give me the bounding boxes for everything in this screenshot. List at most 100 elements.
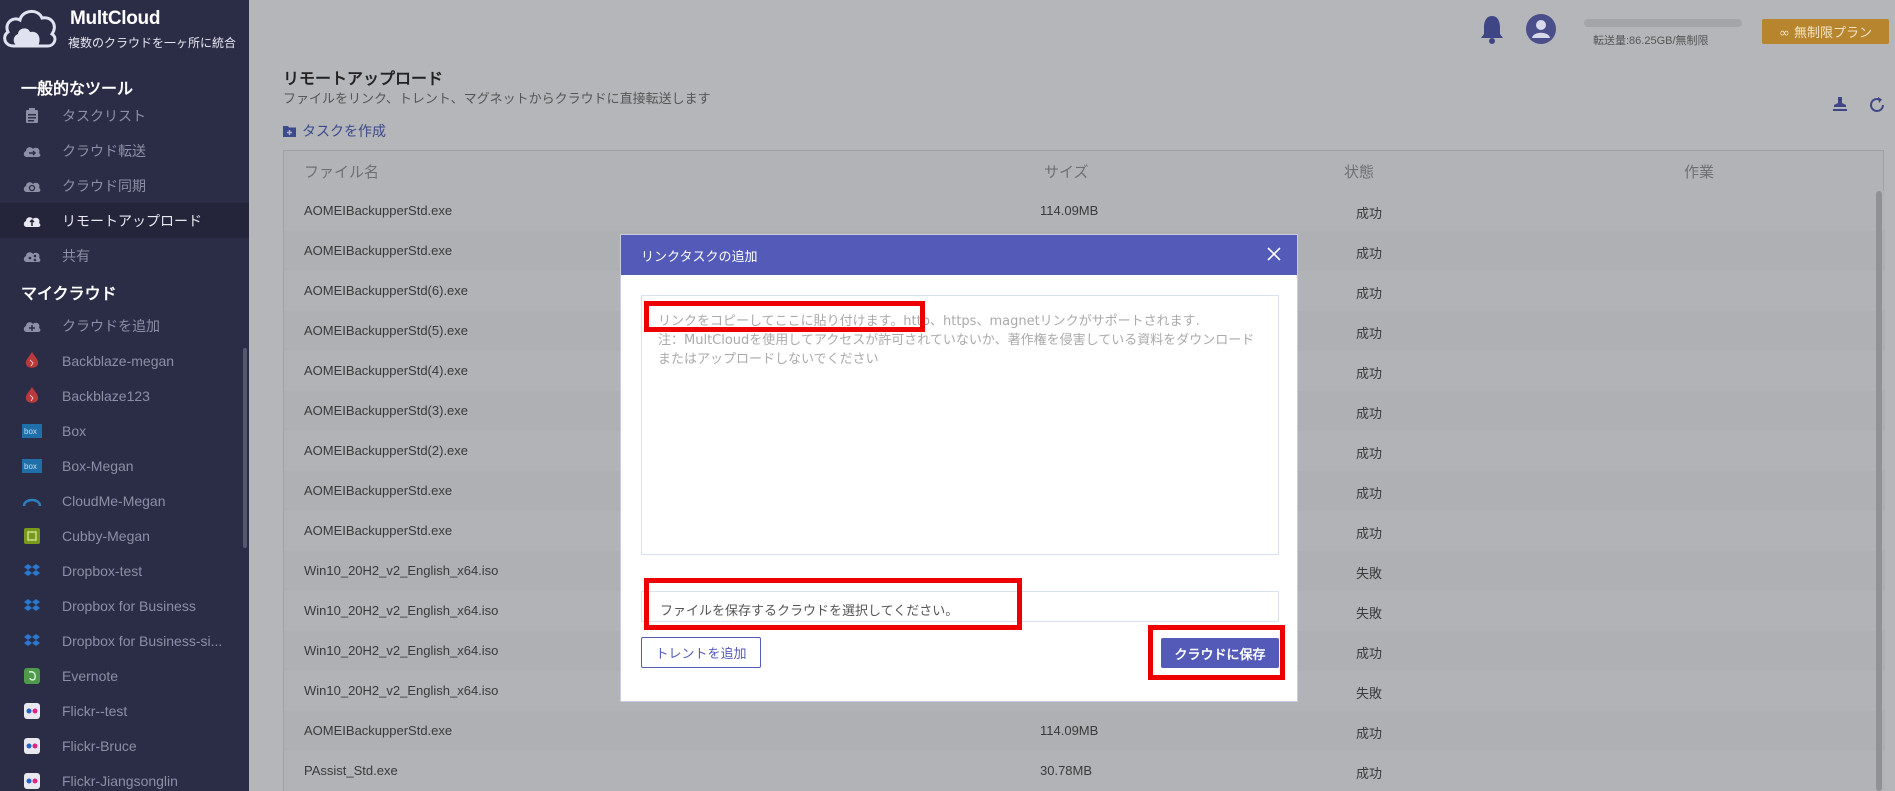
sidebar-item-cloudme-megan[interactable]: CloudMe-Megan <box>0 483 249 518</box>
sidebar-item-label: Evernote <box>62 667 119 684</box>
file-name-cell: AOMEIBackupperStd.exe <box>304 723 453 738</box>
column-header-action: 作業 <box>1684 162 1715 181</box>
sidebar-item-dropbox-business-si[interactable]: Dropbox for Business-si... <box>0 623 249 658</box>
bell-icon[interactable] <box>1479 14 1505 44</box>
status-cell: 成功 <box>1356 406 1383 421</box>
cloud-transfer-icon <box>22 141 42 161</box>
add-torrent-button[interactable]: トレントを追加 <box>641 637 761 668</box>
status-cell: 成功 <box>1356 446 1383 461</box>
logo[interactable]: MultCloud 複数のクラウドを一ヶ所に統合 <box>0 0 249 56</box>
avatar[interactable] <box>1526 14 1556 44</box>
column-header-status[interactable]: 状態 <box>1344 151 1374 191</box>
clean-icon[interactable] <box>1832 96 1848 112</box>
sidebar-scrollbar[interactable] <box>243 348 247 548</box>
sidebar-item-label: リモートアップロード <box>62 212 202 229</box>
status-cell: 失敗 <box>1356 686 1383 701</box>
sidebar-item-cloud-transfer[interactable]: クラウド転送 <box>0 133 249 168</box>
sidebar-item-cubby-megan[interactable]: Cubby-Megan <box>0 518 249 553</box>
column-header-filename[interactable]: ファイル名 <box>304 151 379 191</box>
sidebar-item-task-list[interactable]: タスクリスト <box>0 98 249 133</box>
sidebar-item-label: クラウド同期 <box>62 177 146 194</box>
file-size-cell: 114.09MB <box>1040 723 1099 738</box>
sidebar-item-remote-upload[interactable]: リモートアップロード <box>0 203 249 238</box>
sidebar-item-label: Backblaze123 <box>62 387 150 404</box>
brand-tagline: 複数のクラウドを一ヶ所に統合 <box>68 36 237 50</box>
link-input-area[interactable]: リンクをコピーしてここに貼り付けます。http、https、magnetリンクが… <box>641 295 1279 555</box>
select-cloud-field[interactable]: ファイルを保存するクラウドを選択してください。 <box>641 591 1279 622</box>
add-link-task-dialog: リンクタスクの追加 リンクをコピーしてここに貼り付けます。http、https、… <box>620 234 1298 702</box>
link-placeholder-line2: 注：MultCloudを使用してアクセスが許可されていないか、著作権を侵害してい… <box>658 333 1255 367</box>
table-row[interactable]: PAssist_Std.exe 30.78MB 成功 <box>284 751 1885 791</box>
dialog-title: リンクタスクの追加 <box>641 249 758 265</box>
unlimited-plan-button[interactable]: ∞ 無制限プラン <box>1762 19 1889 44</box>
create-task-button[interactable]: タスクを作成 <box>283 121 386 141</box>
dropbox-icon <box>22 631 42 651</box>
brand-name: MultCloud <box>70 8 161 29</box>
status-cell: 成功 <box>1356 246 1383 261</box>
sidebar-item-flickr-jiangsonglin[interactable]: Flickr-Jiangsonglin <box>0 763 249 791</box>
file-name-cell: AOMEIBackupperStd.exe <box>304 483 453 498</box>
sidebar-item-label: Box-Megan <box>62 457 134 474</box>
page-title: リモートアップロード <box>283 69 444 88</box>
sidebar-item-label: Backblaze-megan <box>62 352 175 369</box>
file-name-cell: AOMEIBackupperStd(5).exe <box>304 323 469 338</box>
svg-text:box: box <box>24 427 37 436</box>
box-icon: box <box>22 456 42 476</box>
cloudme-icon <box>22 491 42 511</box>
sidebar-item-label: Dropbox for Business <box>62 597 196 614</box>
sidebar-item-share[interactable]: 共有 <box>0 238 249 273</box>
save-to-cloud-button[interactable]: クラウドに保存 <box>1161 638 1279 668</box>
sidebar-item-evernote[interactable]: Evernote <box>0 658 249 693</box>
sidebar-item-label: CloudMe-Megan <box>62 492 166 509</box>
sidebar-item-box[interactable]: box Box <box>0 413 249 448</box>
remote-upload-icon <box>22 211 42 231</box>
column-header-size[interactable]: サイズ <box>1044 151 1089 191</box>
sidebar-item-label: タスクリスト <box>62 107 146 124</box>
file-name-cell: PAssist_Std.exe <box>304 763 398 778</box>
svg-text:box: box <box>24 462 37 471</box>
status-cell: 成功 <box>1356 526 1383 541</box>
sidebar-item-backblaze123[interactable]: Backblaze123 <box>0 378 249 413</box>
sidebar-item-flickr-bruce[interactable]: Flickr-Bruce <box>0 728 249 763</box>
status-cell: 成功 <box>1356 286 1383 301</box>
sidebar-item-label: Dropbox-test <box>62 562 143 579</box>
sidebar-item-backblaze-megan[interactable]: Backblaze-megan <box>0 343 249 378</box>
file-name-cell: AOMEIBackupperStd.exe <box>304 243 453 258</box>
sidebar-item-box-megan[interactable]: box Box-Megan <box>0 448 249 483</box>
sidebar-item-add-cloud[interactable]: クラウドを追加 <box>0 308 249 343</box>
transfer-quota-text: 転送量:86.25GB/無制限 <box>1593 35 1709 47</box>
file-name-cell: AOMEIBackupperStd.exe <box>304 203 453 218</box>
status-cell: 成功 <box>1356 206 1383 221</box>
status-cell: 成功 <box>1356 726 1383 741</box>
sidebar-item-label: 共有 <box>62 247 90 264</box>
sidebar-item-label: Box <box>62 422 87 439</box>
close-icon[interactable] <box>1265 245 1283 263</box>
table-row[interactable]: AOMEIBackupperStd.exe 114.09MB 成功 <box>284 191 1885 231</box>
dropbox-icon <box>22 596 42 616</box>
table-row[interactable]: AOMEIBackupperStd.exe 114.09MB 成功 <box>284 711 1885 751</box>
flickr-icon <box>22 771 42 791</box>
table-scrollbar[interactable] <box>1876 191 1882 791</box>
status-cell: 成功 <box>1356 366 1383 381</box>
file-name-cell: Win10_20H2_v2_English_x64.iso <box>304 603 499 618</box>
flickr-icon <box>22 736 42 756</box>
dialog-header: リンクタスクの追加 <box>621 235 1297 275</box>
flickr-icon <box>22 701 42 721</box>
sidebar-item-label: Dropbox for Business-si... <box>62 632 223 649</box>
transfer-quota-bar <box>1584 19 1742 27</box>
add-folder-icon <box>283 126 296 137</box>
refresh-icon[interactable] <box>1868 96 1886 114</box>
sidebar-item-dropbox-business[interactable]: Dropbox for Business <box>0 588 249 623</box>
sidebar-item-dropbox-test[interactable]: Dropbox-test <box>0 553 249 588</box>
add-cloud-icon <box>22 316 42 336</box>
sidebar-item-cloud-sync[interactable]: クラウド同期 <box>0 168 249 203</box>
section-general-tools: 一般的なツール <box>21 79 134 98</box>
file-name-cell: AOMEIBackupperStd.exe <box>304 523 453 538</box>
sidebar-item-flickr-test[interactable]: Flickr--test <box>0 693 249 728</box>
file-name-cell: AOMEIBackupperStd(6).exe <box>304 283 469 298</box>
table-tools <box>1832 96 1886 114</box>
sidebar-item-label: クラウドを追加 <box>62 317 160 334</box>
file-name-cell: Win10_20H2_v2_English_x64.iso <box>304 643 499 658</box>
file-size-cell: 30.78MB <box>1040 763 1093 778</box>
sidebar-item-label: Flickr-Jiangsonglin <box>62 772 178 789</box>
